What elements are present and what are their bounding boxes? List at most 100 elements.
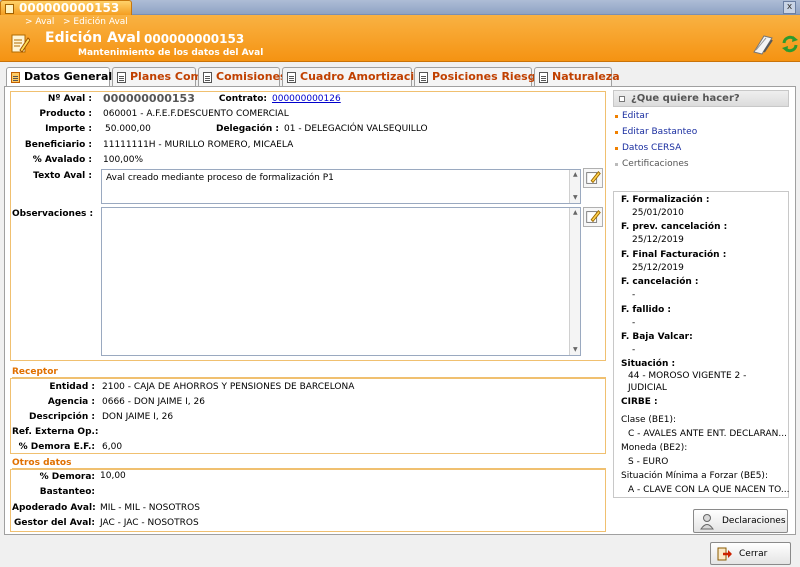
- texto-aval-textarea[interactable]: Aval creado mediante proceso de formaliz…: [101, 169, 581, 204]
- f-prev-cancelacion-label: F. prev. cancelación :: [621, 222, 728, 232]
- ref-externa-label: Ref. Externa Op.:: [12, 427, 99, 437]
- scroll-down-icon[interactable]: ▼: [573, 194, 578, 201]
- agencia-value: 0666 - DON JAIME I, 26: [102, 397, 205, 407]
- contrato-link[interactable]: 000000000126: [272, 94, 341, 104]
- cirbe-label: CIRBE :: [621, 397, 658, 407]
- situacion-value-2: JUDICIAL: [628, 383, 667, 393]
- tab-document-icon: [117, 72, 126, 83]
- situacion-minima-label: Situación Mínima a Forzar (BE5):: [621, 471, 768, 481]
- tab-posiciones-riesgo[interactable]: Posiciones Riesgo: [414, 67, 543, 86]
- bullet-icon: [615, 163, 618, 166]
- action-label: Editar: [622, 111, 649, 121]
- tab-document-icon: [287, 72, 296, 83]
- demora-label: % Demora:: [39, 472, 95, 482]
- f-cancelacion-value: -: [632, 290, 636, 300]
- edit-texto-aval-icon[interactable]: [583, 168, 603, 188]
- beneficiario-label: Beneficiario :: [24, 140, 92, 150]
- refresh-icon[interactable]: [781, 35, 799, 53]
- gestor-value: JAC - JAC - NOSOTROS: [100, 518, 199, 528]
- delegacion-label: Delegación :: [215, 124, 279, 134]
- f-fallido-value: -: [632, 318, 636, 328]
- tab-label: Comisiones: [216, 70, 287, 83]
- scroll-down-icon[interactable]: ▼: [573, 346, 578, 353]
- footer-bar: [0, 537, 800, 567]
- importe-label: Importe :: [45, 124, 92, 134]
- scroll-up-icon[interactable]: ▲: [573, 171, 578, 178]
- delegacion-value: 01 - DELEGACIÓN VALSEQUILLO: [284, 124, 428, 134]
- tab-label: Cuadro Amortización: [300, 70, 430, 83]
- document-icon: [5, 4, 14, 14]
- breadcrumb-edicion-aval[interactable]: > Edición Aval: [63, 17, 128, 27]
- apoderado-label: Apoderado Aval:: [12, 503, 96, 513]
- scroll-up-icon[interactable]: ▲: [573, 209, 578, 216]
- action-editar[interactable]: Editar: [615, 111, 649, 121]
- collapse-icon[interactable]: [619, 96, 625, 102]
- page-title-number: 000000000153: [144, 32, 245, 46]
- tab-label: Planes Com.: [130, 70, 207, 83]
- user-document-icon: [700, 514, 714, 530]
- declaraciones-button[interactable]: Declaraciones: [693, 509, 788, 533]
- gestor-label: Gestor del Aval:: [14, 518, 95, 528]
- document-tab[interactable]: 000000000153: [0, 0, 132, 16]
- receptor-section-title: Receptor: [12, 367, 58, 377]
- tab-label: Datos Generales: [24, 70, 127, 83]
- tab-document-icon: [203, 72, 212, 83]
- notes-pen-icon[interactable]: [752, 32, 774, 56]
- demora-ef-value: 6,00: [102, 442, 123, 452]
- tab-datos-generales[interactable]: Datos Generales: [6, 67, 126, 87]
- bullet-icon: [615, 131, 618, 134]
- clase-value: C - AVALES ANTE ENT. DECLARAN...: [628, 429, 787, 439]
- close-button[interactable]: x: [783, 1, 796, 14]
- cerrar-button[interactable]: Cerrar: [710, 542, 791, 565]
- apoderado-value: MIL - MIL - NOSOTROS: [100, 503, 200, 513]
- producto-label: Producto :: [39, 109, 92, 119]
- action-label: Datos CERSA: [622, 143, 682, 153]
- situacion-minima-value: A - CLAVE CON LA QUE NACEN TO...: [628, 485, 790, 495]
- texto-aval-text: Aval creado mediante proceso de formaliz…: [106, 173, 334, 183]
- action-datos-cersa[interactable]: Datos CERSA: [615, 143, 682, 153]
- n-aval-label: Nº Aval :: [47, 94, 92, 104]
- clase-label: Clase (BE1):: [621, 415, 677, 425]
- tab-planes-com[interactable]: Planes Com.: [112, 67, 206, 86]
- tab-document-icon: [539, 72, 548, 83]
- f-fallido-label: F. fallido :: [621, 305, 671, 315]
- producto-value: 060001 - A.F.E.F.DESCUENTO COMERCIAL: [103, 109, 289, 119]
- cerrar-label: Cerrar: [739, 549, 768, 559]
- demora-value: 10,00: [100, 471, 126, 481]
- f-final-facturacion-value: 25/12/2019: [632, 263, 684, 273]
- entidad-label: Entidad :: [49, 382, 95, 392]
- tab-cuadro-amortizacion[interactable]: Cuadro Amortización: [282, 67, 430, 86]
- situacion-label: Situación :: [621, 359, 676, 369]
- descripcion-label: Descripción :: [29, 412, 95, 422]
- f-cancelacion-label: F. cancelación :: [621, 277, 699, 287]
- edit-document-icon: [11, 34, 30, 53]
- actions-title: ¿Que quiere hacer?: [631, 93, 740, 104]
- action-label: Certificaciones: [622, 159, 689, 169]
- descripcion-value: DON JAIME I, 26: [102, 412, 174, 422]
- observaciones-scrollbar[interactable]: ▲ ▼: [569, 208, 580, 355]
- otros-section-title: Otros datos: [12, 458, 72, 468]
- texto-aval-scrollbar[interactable]: ▲ ▼: [569, 170, 580, 203]
- n-aval-value: 000000000153: [103, 92, 195, 105]
- tab-label: Naturaleza: [552, 70, 620, 83]
- observaciones-textarea[interactable]: ▲ ▼: [101, 207, 581, 356]
- page-subtitle: Mantenimiento de los datos del Aval: [78, 48, 264, 58]
- entidad-value: 2100 - CAJA DE AHORROS Y PENSIONES DE BA…: [102, 382, 355, 392]
- f-baja-valcar-value: -: [632, 345, 636, 355]
- agencia-label: Agencia :: [47, 397, 95, 407]
- tab-naturaleza[interactable]: Naturaleza: [534, 67, 620, 86]
- declaraciones-label: Declaraciones: [722, 516, 786, 526]
- exit-icon: [717, 547, 732, 561]
- beneficiario-value: 11111111H - MURILLO ROMERO, MICAELA: [103, 140, 294, 150]
- f-formalizacion-label: F. Formalización :: [621, 195, 710, 205]
- breadcrumb-aval[interactable]: > Aval: [25, 17, 54, 27]
- f-final-facturacion-label: F. Final Facturación :: [621, 250, 727, 260]
- tab-document-icon: [419, 72, 428, 83]
- edit-observaciones-icon[interactable]: [583, 207, 603, 227]
- situacion-value-1: 44 - MOROSO VIGENTE 2 -: [628, 371, 747, 381]
- f-baja-valcar-label: F. Baja Valcar:: [621, 332, 693, 342]
- action-editar-bastanteo[interactable]: Editar Bastanteo: [615, 127, 697, 137]
- tab-comisiones[interactable]: Comisiones: [198, 67, 287, 86]
- document-tab-label: 000000000153: [19, 1, 120, 15]
- bastanteo-label: Bastanteo:: [39, 487, 95, 497]
